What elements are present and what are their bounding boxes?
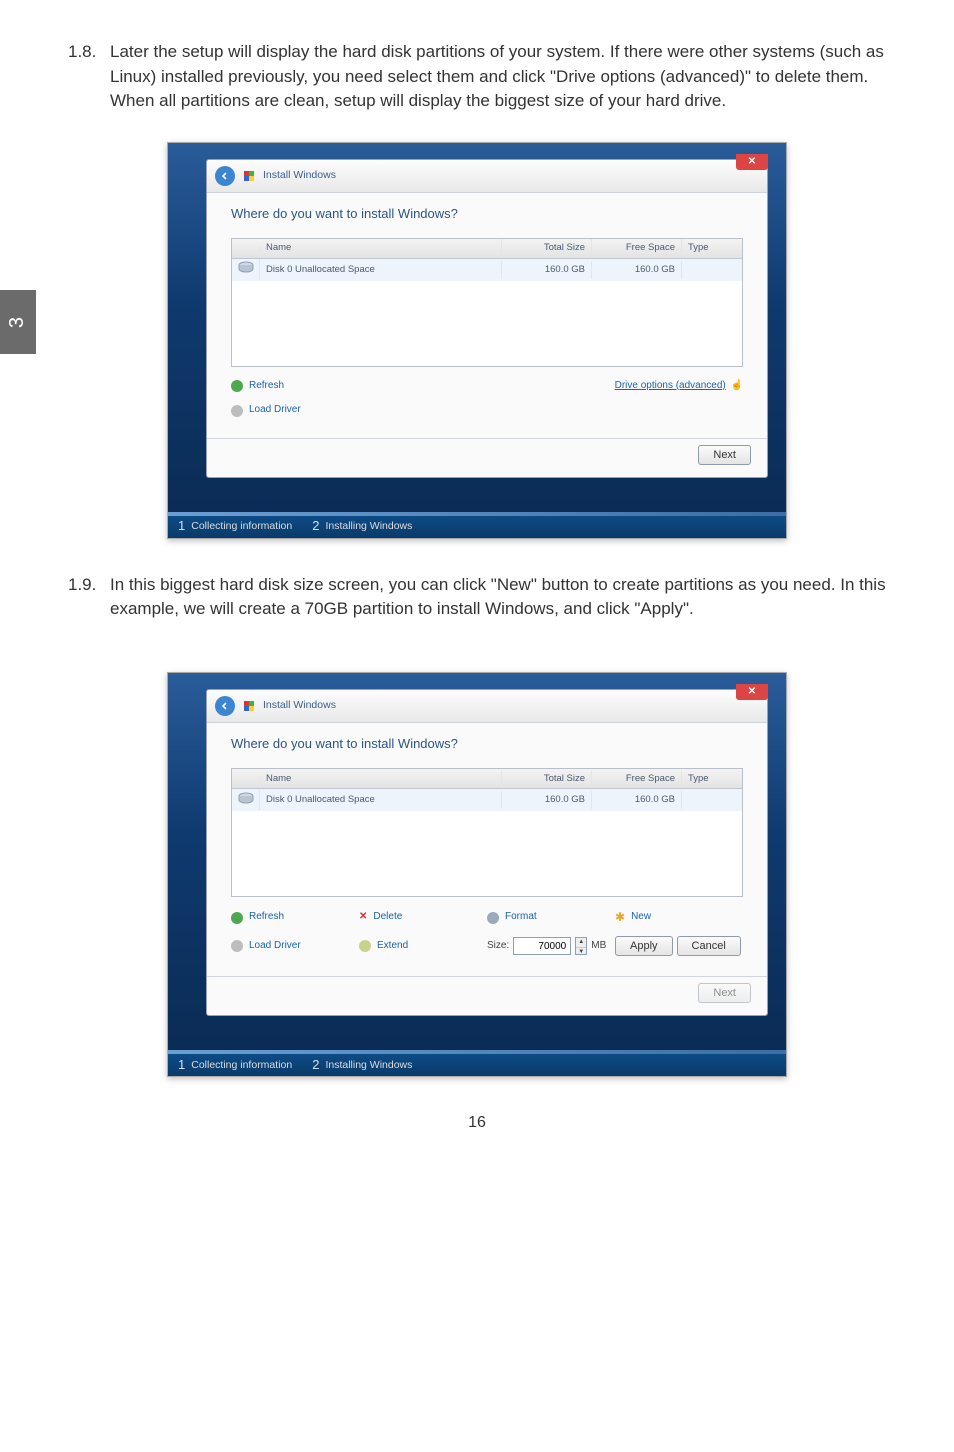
- next-button[interactable]: Next: [698, 445, 751, 465]
- refresh-link[interactable]: Refresh: [231, 909, 359, 926]
- cancel-button[interactable]: Cancel: [677, 936, 741, 956]
- col-type: Type: [682, 239, 742, 257]
- step-2-label: Installing Windows: [325, 519, 412, 534]
- col-name: Name: [260, 770, 502, 788]
- steps-bar: 1Collecting information 2Installing Wind…: [168, 516, 786, 538]
- partition-table: Name Total Size Free Space Type Disk 0 U…: [231, 768, 743, 897]
- close-icon[interactable]: ✕: [736, 684, 768, 700]
- side-page-tab: 3: [0, 290, 36, 354]
- install-windows-screenshot-2: Install Windows ✕ Where do you want to i…: [167, 672, 787, 1077]
- back-button[interactable]: [215, 696, 235, 716]
- new-link[interactable]: ✱ New: [615, 909, 743, 926]
- format-icon: [487, 912, 499, 924]
- paragraph-1-9: 1.9. In this biggest hard disk size scre…: [68, 573, 886, 622]
- page-number: 16: [68, 1111, 886, 1154]
- dialog-heading: Where do you want to install Windows?: [231, 735, 743, 754]
- cd-icon: [231, 940, 243, 952]
- delete-icon: ✕: [359, 910, 367, 925]
- col-total-size: Total Size: [502, 239, 592, 257]
- dialog-title: Install Windows: [263, 698, 336, 713]
- apply-button[interactable]: Apply: [615, 936, 673, 956]
- step-1-label: Collecting information: [191, 519, 292, 534]
- cd-icon: [231, 405, 243, 417]
- format-link[interactable]: Format: [487, 909, 615, 926]
- load-driver-link[interactable]: Load Driver: [231, 936, 359, 956]
- close-icon[interactable]: ✕: [736, 154, 768, 170]
- partition-table: Name Total Size Free Space Type Disk 0 U…: [231, 238, 743, 367]
- para-number: 1.8.: [68, 40, 110, 114]
- size-unit: MB: [591, 939, 606, 954]
- table-row[interactable]: Disk 0 Unallocated Space 160.0 GB 160.0 …: [232, 789, 742, 811]
- step-1-label: Collecting information: [191, 1058, 292, 1073]
- window-shield-icon: [243, 170, 255, 182]
- extend-icon: [359, 940, 371, 952]
- size-label: Size:: [487, 939, 509, 954]
- col-free-space: Free Space: [592, 770, 682, 788]
- col-free-space: Free Space: [592, 239, 682, 257]
- delete-link[interactable]: ✕ Delete: [359, 909, 487, 926]
- disk-icon: [232, 259, 260, 280]
- refresh-link[interactable]: Refresh: [231, 379, 301, 394]
- refresh-icon: [231, 912, 243, 924]
- para-number: 1.9.: [68, 573, 110, 622]
- new-icon: ✱: [615, 909, 625, 926]
- dialog-title: Install Windows: [263, 168, 336, 183]
- steps-bar: 1Collecting information 2Installing Wind…: [168, 1054, 786, 1076]
- col-type: Type: [682, 770, 742, 788]
- dialog-titlebar: Install Windows ✕: [207, 160, 767, 193]
- refresh-icon: [231, 380, 243, 392]
- window-shield-icon: [243, 700, 255, 712]
- hand-cursor-icon: ☝: [731, 380, 743, 391]
- step-2-label: Installing Windows: [325, 1058, 412, 1073]
- para-text: In this biggest hard disk size screen, y…: [110, 573, 886, 622]
- para-text: Later the setup will display the hard di…: [110, 40, 886, 114]
- dialog-titlebar: Install Windows ✕: [207, 690, 767, 723]
- install-windows-screenshot-1: Install Windows ✕ Where do you want to i…: [167, 142, 787, 539]
- size-input[interactable]: [513, 937, 571, 955]
- table-row[interactable]: Disk 0 Unallocated Space 160.0 GB 160.0 …: [232, 259, 742, 281]
- extend-link[interactable]: Extend: [359, 936, 487, 956]
- load-driver-link[interactable]: Load Driver: [231, 403, 301, 418]
- col-total-size: Total Size: [502, 770, 592, 788]
- drive-options-link[interactable]: Drive options (advanced): [615, 380, 726, 391]
- paragraph-1-8: 1.8. Later the setup will display the ha…: [68, 40, 886, 114]
- back-button[interactable]: [215, 166, 235, 186]
- disk-icon: [232, 790, 260, 811]
- next-button[interactable]: Next: [698, 983, 751, 1003]
- col-name: Name: [260, 239, 502, 257]
- size-spinner[interactable]: ▲▼: [575, 937, 587, 955]
- dialog-heading: Where do you want to install Windows?: [231, 205, 743, 224]
